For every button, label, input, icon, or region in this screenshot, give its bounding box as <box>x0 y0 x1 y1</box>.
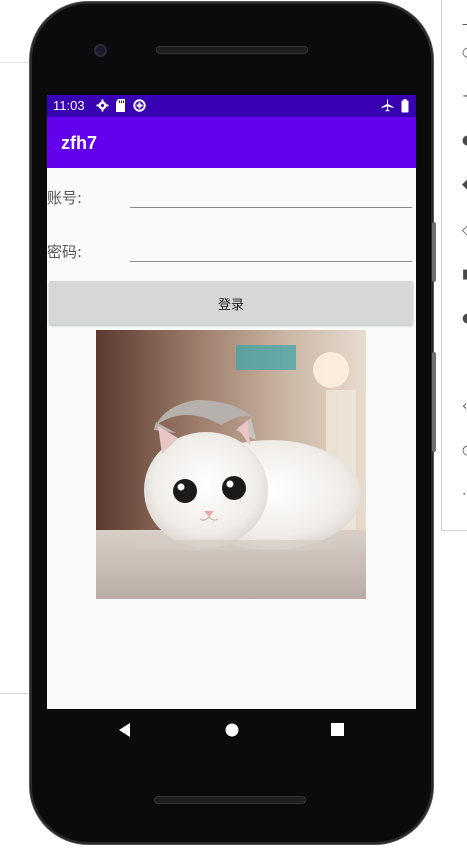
power-side-button <box>432 222 436 282</box>
status-time: 11:03 <box>53 98 85 113</box>
top-speaker <box>156 46 308 54</box>
emulator-side-toolbar: – ◔ + ◖ ◆ ◇ ■ ● ‹ ○ ⋯ <box>441 0 467 531</box>
app-title: zfh7 <box>61 133 97 153</box>
app-bar: zfh7 <box>47 117 416 168</box>
volume-down-icon[interactable]: ◖ <box>462 134 467 148</box>
phone-frame: 11:03 zfh7 账号: 密码: 登录 <box>30 2 436 844</box>
rotate-right-icon[interactable]: ◇ <box>462 224 467 238</box>
screenshot-icon[interactable]: ■ <box>462 268 467 282</box>
back-tool-icon[interactable]: ‹ <box>462 400 467 414</box>
bottom-speaker <box>154 796 306 804</box>
login-button[interactable]: 登录 <box>49 281 413 325</box>
more-tool-icon[interactable]: ⋯ <box>462 488 467 502</box>
battery-icon <box>401 99 409 113</box>
zoom-icon[interactable]: ● <box>462 312 467 326</box>
kitten-image <box>96 330 366 599</box>
sd-card-icon <box>116 99 125 112</box>
device-screen: 11:03 zfh7 账号: 密码: 登录 <box>47 95 416 709</box>
volume-up-icon[interactable]: + <box>462 90 467 104</box>
power-icon[interactable]: ◔ <box>462 46 467 60</box>
front-camera <box>94 44 107 57</box>
rotate-left-icon[interactable]: ◆ <box>462 178 467 192</box>
volume-side-button <box>432 352 436 452</box>
status-bar: 11:03 <box>47 95 416 117</box>
settings-icon <box>96 99 109 112</box>
recents-icon[interactable] <box>331 723 344 736</box>
minimize-icon[interactable]: – <box>462 18 467 32</box>
back-icon[interactable] <box>119 723 131 737</box>
home-tool-icon[interactable]: ○ <box>462 444 467 458</box>
navigation-bar <box>47 709 416 753</box>
password-label: 密码: <box>47 243 83 261</box>
account-label: 账号: <box>47 189 83 207</box>
password-input[interactable] <box>130 235 412 262</box>
home-icon[interactable] <box>225 723 239 737</box>
account-input[interactable] <box>130 181 412 208</box>
data-saver-icon <box>133 99 146 112</box>
airplane-mode-icon <box>381 99 394 112</box>
